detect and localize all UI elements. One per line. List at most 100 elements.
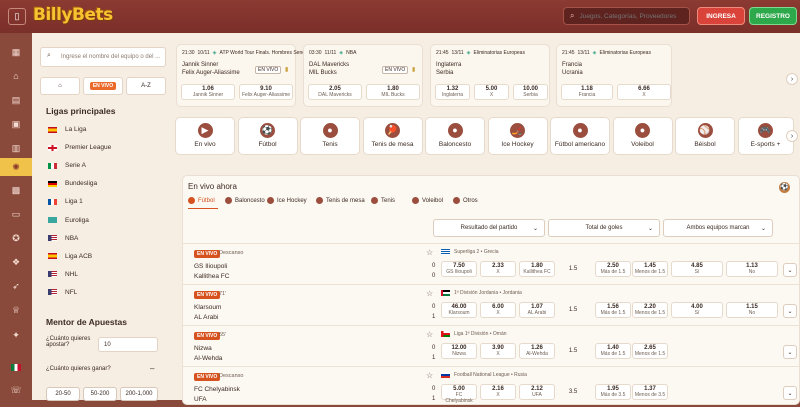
league-item[interactable]: Euroliga bbox=[48, 213, 89, 228]
expand-chevron-icon[interactable]: ⌄ bbox=[783, 304, 797, 318]
chip-200-1000[interactable]: 200-1,000 bbox=[120, 387, 158, 401]
match-row[interactable]: EN VIVO Descanso FC Chelyabinsk UFA ☆ 0 1 Footb… bbox=[183, 366, 800, 407]
sport-tile[interactable]: ▶ En vivo bbox=[175, 117, 235, 155]
odds-button[interactable]: 2.16 X bbox=[480, 384, 516, 400]
league-item[interactable]: Bundesliga bbox=[48, 176, 97, 191]
sport-tile[interactable]: ● Tenis bbox=[300, 117, 360, 155]
dropdown-total-goals[interactable]: Total de goles ⌄ bbox=[548, 219, 660, 237]
sport-tab[interactable]: Baloncesto bbox=[225, 197, 265, 204]
league-item[interactable]: NFL bbox=[48, 285, 77, 300]
odds-button[interactable]: 5.00 X bbox=[474, 84, 509, 100]
favorite-star-icon[interactable]: ☆ bbox=[426, 371, 433, 380]
odds-button[interactable]: 10.00 Serbia bbox=[513, 84, 548, 100]
sport-tab[interactable]: Tenis de mesa bbox=[316, 197, 365, 204]
expand-chevron-icon[interactable]: ⌄ bbox=[783, 263, 797, 277]
search-input[interactable] bbox=[579, 12, 680, 20]
odds-button[interactable]: 2.05 DAL Mavericks bbox=[308, 84, 362, 100]
dropdown-match-result[interactable]: Resultado del partido ⌄ bbox=[433, 219, 545, 237]
odds-button[interactable]: 1.95 Más de 3.5 bbox=[595, 384, 631, 400]
league-item[interactable]: NHL bbox=[48, 267, 78, 282]
favorite-star-icon[interactable]: ☆ bbox=[426, 289, 433, 298]
match-row[interactable]: EN VIVO 55' Nizwa Al-Wehda ☆ 0 1 Liga 1ª Divisi… bbox=[183, 325, 800, 366]
seg-home-button[interactable]: ⌂ bbox=[40, 77, 80, 95]
search-box[interactable]: ⌕ bbox=[563, 7, 690, 25]
odds-button[interactable]: 1.37 Menos de 3.5 bbox=[632, 384, 668, 400]
rocket-icon[interactable]: ➶ bbox=[9, 279, 23, 293]
ticket-icon[interactable]: ▥ bbox=[9, 141, 23, 155]
stats-icon[interactable]: ▮ bbox=[285, 66, 288, 73]
expand-chevron-icon[interactable]: ⌄ bbox=[783, 345, 797, 359]
odds-button[interactable]: 2.33 X bbox=[480, 261, 516, 277]
odds-button[interactable]: 1.40 Más de 1.5 bbox=[595, 343, 631, 359]
league-item[interactable]: Liga ACB bbox=[48, 249, 92, 264]
odds-button[interactable]: 1.45 Menos de 1.5 bbox=[632, 261, 668, 277]
odds-button[interactable]: 1.06 Jannik Sinner bbox=[181, 84, 235, 100]
highlight-card[interactable]: 21:45 13/11 ◈ Eliminatorias Europeas Inglate… bbox=[430, 44, 550, 107]
bet-amount-input[interactable]: 10 bbox=[98, 337, 158, 352]
sports-next-arrow[interactable]: › bbox=[786, 130, 798, 142]
lock-icon[interactable]: ▣ bbox=[9, 117, 23, 131]
odds-button[interactable]: 1.56 Más de 1.5 bbox=[595, 302, 631, 318]
league-item[interactable]: Serie A bbox=[48, 158, 86, 173]
odds-button[interactable]: 1.32 Inglaterra bbox=[435, 84, 470, 100]
odds-button[interactable]: 5.00 FC Chelyabinsk bbox=[441, 384, 477, 404]
cards-icon[interactable]: ▩ bbox=[9, 183, 23, 197]
expand-chevron-icon[interactable]: ⌄ bbox=[783, 386, 797, 400]
odds-button[interactable]: 9.10 Felix Auger-Aliassime bbox=[239, 84, 293, 100]
grid-icon[interactable]: ▦ bbox=[9, 45, 23, 59]
odds-button[interactable]: 1.80 MIL Bucks bbox=[366, 84, 420, 100]
highlight-card[interactable]: 21:30 10/11 ◈ ATP World Tour Finals. Hombre… bbox=[176, 44, 313, 107]
register-button[interactable]: REGISTRO bbox=[749, 7, 797, 25]
odds-button[interactable]: 7.50 GS Ilioupoli bbox=[441, 261, 477, 277]
odds-button[interactable]: 4.85 Sí bbox=[671, 261, 723, 277]
odds-button[interactable]: 2.12 UFA bbox=[519, 384, 555, 400]
league-item[interactable]: Liga 1 bbox=[48, 194, 83, 209]
chip-20-50[interactable]: 20-50 bbox=[46, 387, 80, 401]
sport-tab[interactable]: Otros bbox=[453, 197, 478, 204]
odds-button[interactable]: 3.90 X bbox=[480, 343, 516, 359]
sport-tile[interactable]: ⚽ Fútbol bbox=[237, 117, 298, 155]
sport-tile[interactable]: 🏓 Tenis de mesa bbox=[362, 117, 423, 155]
favorite-star-icon[interactable]: ☆ bbox=[426, 248, 433, 257]
trophy-cup-icon[interactable]: ♕ bbox=[9, 303, 23, 317]
odds-button[interactable]: 2.50 Más de 1.5 bbox=[595, 261, 631, 277]
sport-tab[interactable]: Fútbol bbox=[188, 197, 215, 204]
chip-50-200[interactable]: 50-200 bbox=[83, 387, 117, 401]
stats-icon[interactable]: ▮ bbox=[412, 66, 415, 73]
odds-button[interactable]: 1.13 No bbox=[726, 261, 778, 277]
team-filter-input[interactable]: ⌕ Ingrese el nombre del equipo o del ... bbox=[40, 47, 166, 67]
odds-button[interactable]: 2.65 Menos de 1.5 bbox=[632, 343, 668, 359]
odds-button[interactable]: 4.00 Sí bbox=[671, 302, 723, 318]
language-flag-icon[interactable] bbox=[9, 360, 23, 374]
sport-tile[interactable]: ⚾ Béisbol bbox=[675, 117, 735, 155]
odds-button[interactable]: 1.15 No bbox=[726, 302, 778, 318]
dropdown-btts[interactable]: Ambos equipos marcan ⌄ bbox=[663, 219, 773, 237]
home-icon[interactable]: ⌂ bbox=[9, 69, 23, 83]
league-item[interactable]: Premier League bbox=[48, 140, 111, 155]
odds-button[interactable]: 46.00 Klarsoum bbox=[441, 302, 477, 318]
football-icon[interactable]: ⚽ bbox=[779, 182, 790, 193]
highlights-next-arrow[interactable]: › bbox=[786, 73, 798, 85]
logo[interactable]: BillyBets bbox=[33, 5, 113, 25]
sport-tile[interactable]: ● Baloncesto bbox=[425, 117, 485, 155]
login-button[interactable]: INGRESA bbox=[697, 7, 745, 25]
odds-button[interactable]: 1.80 Kallithea FC bbox=[519, 261, 555, 277]
odds-button[interactable]: 12.00 Nizwa bbox=[441, 343, 477, 359]
support-icon[interactable]: ☏ bbox=[9, 383, 23, 397]
odds-button[interactable]: 2.20 Menos de 1.5 bbox=[632, 302, 668, 318]
seg-az-button[interactable]: A-Z bbox=[126, 77, 166, 95]
seg-live-button[interactable]: EN VIVO bbox=[83, 77, 123, 95]
odds-button[interactable]: 1.26 Al-Wehda bbox=[519, 343, 555, 359]
favorite-star-icon[interactable]: ☆ bbox=[426, 330, 433, 339]
sport-tile[interactable]: ● Fútbol americano bbox=[550, 117, 610, 155]
odds-button[interactable]: 6.00 X bbox=[480, 302, 516, 318]
odds-button[interactable]: 6.66 X bbox=[617, 84, 671, 100]
highlight-card[interactable]: 03:30 11/11 ◈ NBA DAL Mavericks MIL Bucks EN V… bbox=[303, 44, 423, 107]
sport-tab[interactable]: Tenis bbox=[371, 197, 395, 204]
sport-tab[interactable]: Ice Hockey bbox=[267, 197, 307, 204]
star-icon[interactable]: ✦ bbox=[9, 328, 23, 342]
highlight-card[interactable]: 21:45 13/11 ◈ Eliminatorias Europeas Francia… bbox=[556, 44, 672, 107]
live-tv-icon[interactable]: ▭ bbox=[9, 207, 23, 221]
betslip-icon[interactable]: ▤ bbox=[9, 93, 23, 107]
odds-button[interactable]: 1.07 AL Arabi bbox=[519, 302, 555, 318]
